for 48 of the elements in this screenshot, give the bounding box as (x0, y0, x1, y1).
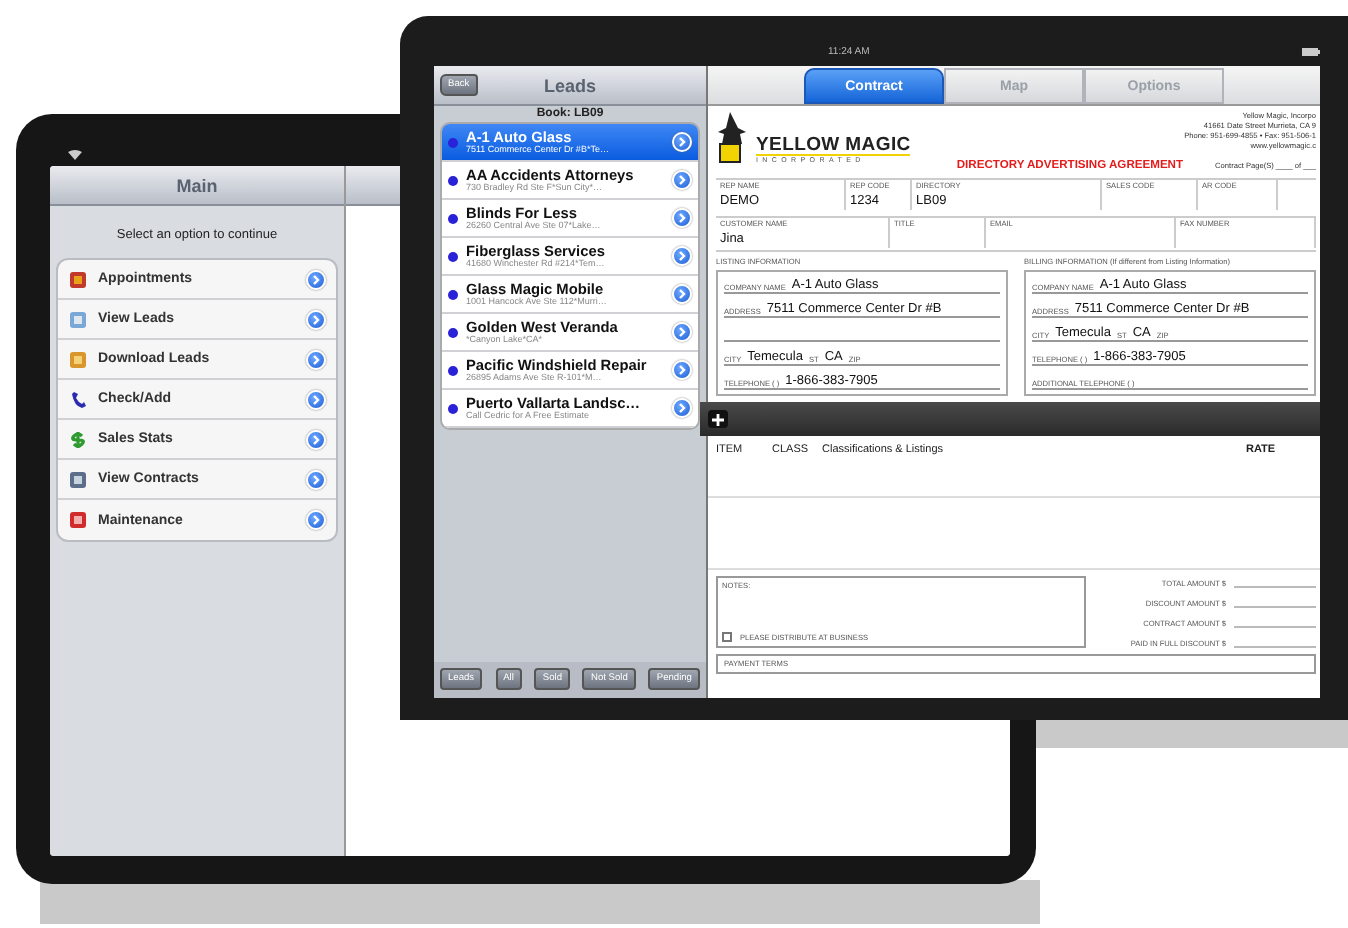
status-dot (448, 213, 458, 223)
chevron-icon (676, 212, 688, 224)
status-dot (448, 137, 458, 147)
phone-icon (68, 389, 88, 409)
disclosure-button[interactable] (672, 360, 692, 380)
chevron-icon (310, 313, 322, 325)
disclosure-button[interactable] (672, 322, 692, 342)
chevron-icon (310, 473, 322, 485)
chevron-icon (310, 393, 322, 405)
disclosure-button[interactable] (672, 132, 692, 152)
add-button[interactable] (708, 410, 728, 428)
chevron-icon (676, 174, 688, 186)
chevron-icon (676, 288, 688, 300)
battery-icon (1302, 48, 1320, 56)
disclosure-button[interactable] (306, 269, 326, 289)
panel-title: Main (50, 166, 344, 206)
panel-title: Leads (543, 75, 596, 95)
disclosure-button[interactable] (306, 510, 326, 530)
wizard-logo-icon (716, 112, 748, 164)
dollar-sign-icon (68, 429, 88, 449)
status-dot (448, 365, 458, 375)
chevron-icon (676, 250, 688, 262)
disclosure-button[interactable] (672, 284, 692, 304)
disclosure-button[interactable] (306, 389, 326, 409)
logo-wordmark: YELLOW MAGIC (756, 135, 911, 156)
disclosure-button[interactable] (306, 309, 326, 329)
disclosure-button[interactable] (672, 398, 692, 418)
status-dot (448, 175, 458, 185)
chevron-icon (676, 136, 688, 148)
status-dot (448, 403, 458, 413)
disclosure-button[interactable] (672, 170, 692, 190)
disclosure-button[interactable] (672, 208, 692, 228)
chevron-icon (676, 326, 688, 338)
wifi-icon (68, 150, 82, 160)
chevron-icon (676, 402, 688, 414)
disclosure-button[interactable] (672, 246, 692, 266)
status-dot (448, 289, 458, 299)
checkbox[interactable] (722, 632, 732, 642)
disclosure-button[interactable] (306, 429, 326, 449)
chevron-icon (676, 364, 688, 376)
status-dot (448, 327, 458, 337)
chevron-icon (310, 273, 322, 285)
chevron-icon (310, 353, 322, 365)
disclosure-button[interactable] (306, 469, 326, 489)
chevron-icon (310, 433, 322, 445)
status-dot (448, 251, 458, 261)
chevron-icon (310, 514, 322, 526)
disclosure-button[interactable] (306, 349, 326, 369)
